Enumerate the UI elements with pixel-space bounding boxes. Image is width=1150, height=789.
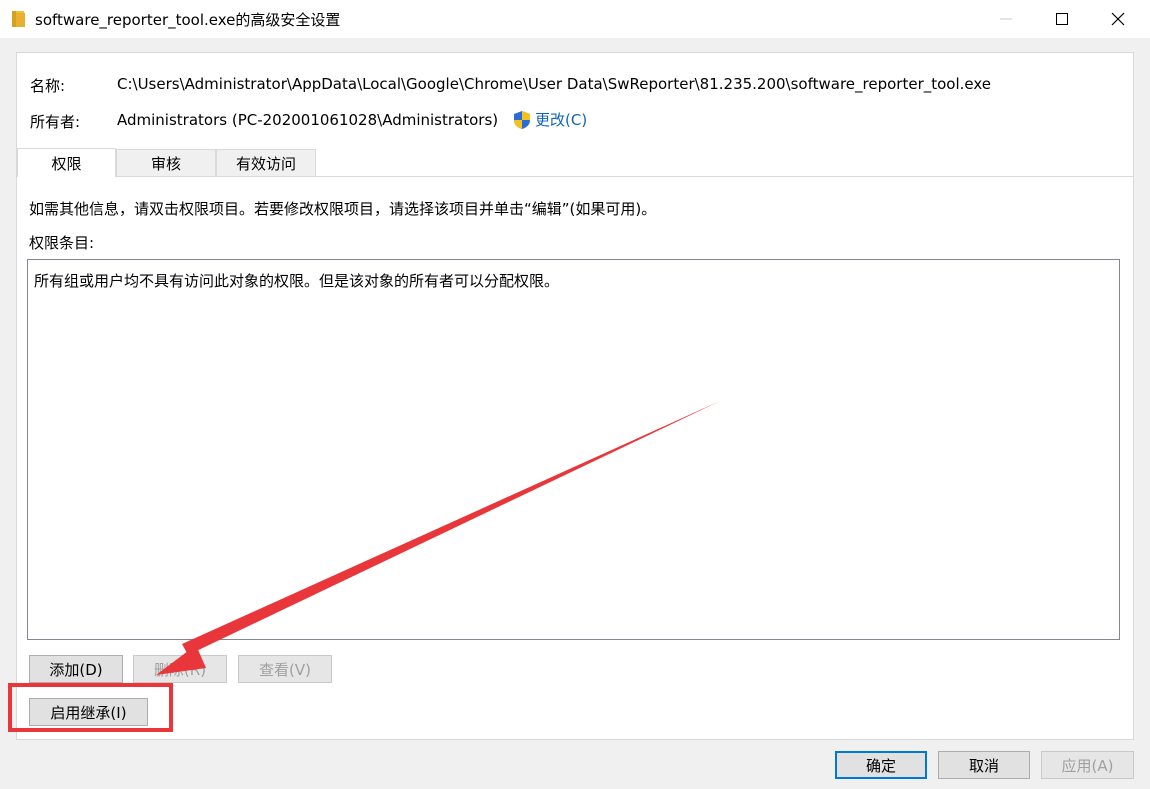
close-button[interactable] — [1090, 0, 1146, 38]
minimize-icon — [1000, 18, 1012, 20]
permission-entries-list[interactable]: 所有组或用户均不具有访问此对象的权限。但是该对象的所有者可以分配权限。 — [27, 259, 1120, 640]
enable-inheritance-button[interactable]: 启用继承(I) — [29, 698, 148, 726]
minimize-button[interactable] — [978, 0, 1034, 38]
change-owner-label[interactable]: 更改(C) — [535, 109, 587, 130]
owner-row: 所有者: Administrators (PC-202001061028\Adm… — [30, 109, 1120, 131]
maximize-button[interactable] — [1034, 0, 1090, 38]
folder-icon — [12, 11, 25, 27]
owner-label: 所有者: — [30, 113, 81, 131]
tab-permissions[interactable]: 权限 — [17, 148, 116, 177]
owner-value: Administrators (PC-202001061028\Administ… — [117, 111, 499, 129]
delete-button[interactable]: 删除(R) — [133, 655, 227, 683]
tab-divider — [17, 176, 1133, 177]
advanced-security-settings-window: software_reporter_tool.exe的高级安全设置 名称: C:… — [0, 0, 1150, 789]
tab-auditing[interactable]: 审核 — [116, 149, 216, 177]
ok-button[interactable]: 确定 — [835, 751, 927, 779]
empty-list-message: 所有组或用户均不具有访问此对象的权限。但是该对象的所有者可以分配权限。 — [34, 272, 560, 290]
title-bar: software_reporter_tool.exe的高级安全设置 — [0, 0, 1150, 38]
close-icon — [1111, 12, 1125, 26]
file-path: C:\Users\Administrator\AppData\Local\Goo… — [117, 75, 992, 93]
permissions-hint: 如需其他信息，请双击权限项目。若要修改权限项目，请选择该项目并单击“编辑”(如果… — [29, 200, 657, 218]
apply-button[interactable]: 应用(A) — [1041, 751, 1134, 779]
main-panel: 名称: C:\Users\Administrator\AppData\Local… — [16, 52, 1134, 740]
cancel-button[interactable]: 取消 — [938, 751, 1030, 779]
window-title: software_reporter_tool.exe的高级安全设置 — [35, 11, 341, 29]
permission-entries-label: 权限条目: — [29, 234, 95, 252]
add-button[interactable]: 添加(D) — [29, 655, 123, 683]
uac-shield-icon — [514, 110, 530, 129]
maximize-icon — [1056, 13, 1068, 25]
name-label: 名称: — [30, 77, 66, 95]
name-row: 名称: C:\Users\Administrator\AppData\Local… — [30, 73, 1120, 95]
change-owner-link[interactable]: 更改(C) — [513, 109, 587, 130]
tab-effective-access[interactable]: 有效访问 — [216, 149, 316, 177]
view-button[interactable]: 查看(V) — [238, 655, 332, 683]
